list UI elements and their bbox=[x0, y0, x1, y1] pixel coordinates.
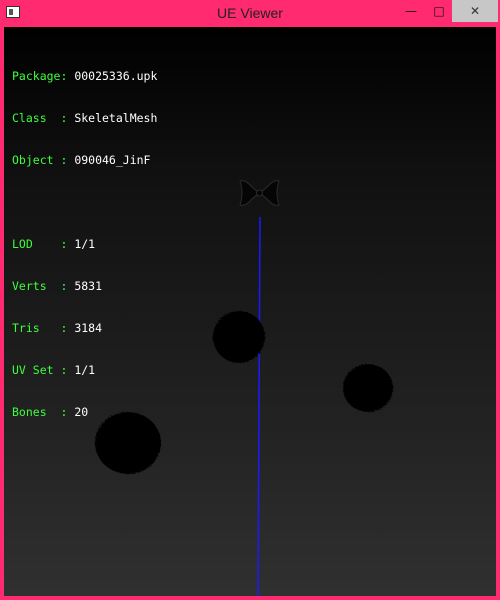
close-button[interactable]: ✕ bbox=[452, 0, 498, 22]
tris-label: Tris : bbox=[12, 321, 75, 335]
object-label: Object : bbox=[12, 153, 75, 167]
bones-value: 20 bbox=[74, 405, 89, 419]
3d-viewport[interactable]: Package: 00025336.upk Class : SkeletalMe… bbox=[4, 27, 496, 596]
window-title: UE Viewer bbox=[217, 5, 283, 21]
bones-label: Bones : bbox=[12, 405, 75, 419]
lod-value: 1/1 bbox=[74, 237, 96, 251]
lod-label: LOD : bbox=[12, 237, 75, 251]
uvset-value: 1/1 bbox=[74, 363, 96, 377]
minimize-button[interactable]: — bbox=[400, 0, 422, 22]
mesh-blob-center bbox=[213, 311, 265, 363]
verts-value: 5831 bbox=[74, 279, 103, 293]
mesh-info-overlay: Package: 00025336.upk Class : SkeletalMe… bbox=[12, 41, 157, 447]
class-label: Class : bbox=[12, 111, 75, 125]
package-value: 00025336.upk bbox=[74, 69, 158, 83]
title-bar[interactable]: UE Viewer — □ ✕ bbox=[0, 0, 500, 26]
verts-label: Verts : bbox=[12, 279, 75, 293]
package-label: Package: bbox=[12, 69, 75, 83]
mesh-blob-right bbox=[343, 364, 393, 412]
uvset-label: UV Set : bbox=[12, 363, 75, 377]
bone-axis-line bbox=[257, 216, 261, 596]
object-value: 090046_JinF bbox=[74, 153, 151, 167]
class-value: SkeletalMesh bbox=[74, 111, 158, 125]
bow-mesh bbox=[239, 180, 280, 206]
tris-value: 3184 bbox=[74, 321, 103, 335]
maximize-button[interactable]: □ bbox=[428, 0, 450, 22]
app-window: UE Viewer — □ ✕ Package: 00025336.upk Cl… bbox=[0, 0, 500, 600]
